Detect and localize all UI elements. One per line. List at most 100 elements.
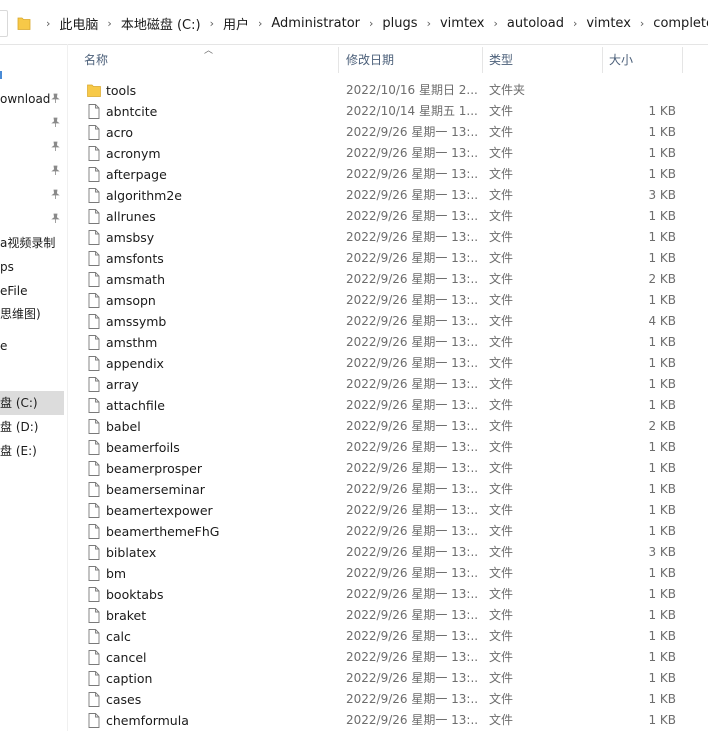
file-row[interactable]: beamertexpower 2022/9/26 星期一 13:... 文件 1 KB xyxy=(68,500,688,521)
file-name: beamerfoils xyxy=(106,440,180,455)
column-header-size[interactable]: 大小 xyxy=(609,44,633,76)
file-row[interactable]: cancel 2022/9/26 星期一 13:... 文件 1 KB xyxy=(68,647,688,668)
pin-icon[interactable] xyxy=(51,141,60,152)
file-row[interactable]: cases 2022/9/26 星期一 13:... 文件 1 KB xyxy=(68,689,688,710)
file-row[interactable]: biblatex 2022/9/26 星期一 13:... 文件 3 KB xyxy=(68,542,688,563)
file-modified-date: 2022/9/26 星期一 13:... xyxy=(346,167,478,181)
chevron-right-icon[interactable]: › xyxy=(210,17,214,30)
file-row[interactable]: afterpage 2022/9/26 星期一 13:... 文件 1 KB xyxy=(68,164,688,185)
nav-item[interactable]: 思维图) xyxy=(0,302,64,326)
nav-item[interactable]: ps xyxy=(0,255,64,279)
file-row[interactable]: babel 2022/9/26 星期一 13:... 文件 2 KB xyxy=(68,416,688,437)
file-row[interactable]: amsfonts 2022/9/26 星期一 13:... 文件 1 KB xyxy=(68,248,688,269)
file-row[interactable]: bm 2022/9/26 星期一 13:... 文件 1 KB xyxy=(68,563,688,584)
file-type: 文件 xyxy=(489,377,514,391)
file-icon xyxy=(88,692,100,707)
file-row[interactable]: chemformula 2022/9/26 星期一 13:... 文件 1 KB xyxy=(68,710,688,731)
file-row[interactable]: algorithm2e 2022/9/26 星期一 13:... 文件 3 KB xyxy=(68,185,688,206)
pin-icon[interactable] xyxy=(51,213,60,224)
file-name: beamerthemeFhG xyxy=(106,524,220,539)
file-modified-date: 2022/9/26 星期一 13:... xyxy=(346,335,478,349)
column-divider[interactable] xyxy=(682,47,683,73)
chevron-right-icon[interactable]: › xyxy=(46,17,50,30)
column-header-name[interactable]: 名称 xyxy=(84,44,108,76)
nav-item-label: e xyxy=(0,339,8,353)
file-icon xyxy=(88,545,100,560)
file-modified-date: 2022/9/26 星期一 13:... xyxy=(346,209,478,223)
column-divider[interactable] xyxy=(338,47,339,73)
file-row[interactable]: amsopn 2022/9/26 星期一 13:... 文件 1 KB xyxy=(68,290,688,311)
breadcrumb-item[interactable]: plugs xyxy=(381,16,418,31)
breadcrumb-item[interactable]: 本地磁盘 (C:) xyxy=(120,14,202,33)
chevron-right-icon[interactable]: › xyxy=(640,17,644,30)
column-header-type[interactable]: 类型 xyxy=(489,44,513,76)
nav-item[interactable] xyxy=(0,207,64,231)
breadcrumb-item[interactable]: 用户 xyxy=(222,14,250,33)
nav-item[interactable] xyxy=(0,45,64,69)
file-row[interactable]: appendix 2022/9/26 星期一 13:... 文件 1 KB xyxy=(68,353,688,374)
breadcrumb-item[interactable]: vimtex xyxy=(439,16,486,31)
file-row[interactable]: beamerfoils 2022/9/26 星期一 13:... 文件 1 KB xyxy=(68,437,688,458)
file-modified-date: 2022/9/26 星期一 13:... xyxy=(346,503,478,517)
file-row[interactable]: tools 2022/10/16 星期日 2... 文件夹 xyxy=(68,80,688,101)
file-row[interactable]: abntcite 2022/10/14 星期五 1... 文件 1 KB xyxy=(68,101,688,122)
file-row[interactable]: amssymb 2022/9/26 星期一 13:... 文件 4 KB xyxy=(68,311,688,332)
nav-item[interactable]: 盘 (E:) xyxy=(0,439,64,463)
breadcrumb-item[interactable]: vimtex xyxy=(585,16,632,31)
file-row[interactable]: braket 2022/9/26 星期一 13:... 文件 1 KB xyxy=(68,605,688,626)
pin-icon[interactable] xyxy=(51,93,60,104)
file-row[interactable]: amsbsy 2022/9/26 星期一 13:... 文件 1 KB xyxy=(68,227,688,248)
file-modified-date: 2022/9/26 星期一 13:... xyxy=(346,314,478,328)
file-name: acro xyxy=(106,125,134,140)
chevron-right-icon[interactable]: › xyxy=(494,17,498,30)
file-modified-date: 2022/9/26 星期一 13:... xyxy=(346,251,478,265)
nav-item[interactable] xyxy=(0,159,64,183)
file-row[interactable]: calc 2022/9/26 星期一 13:... 文件 1 KB xyxy=(68,626,688,647)
file-row[interactable]: acro 2022/9/26 星期一 13:... 文件 1 KB xyxy=(68,122,688,143)
column-header-date[interactable]: 修改日期 xyxy=(346,44,394,76)
file-row[interactable]: attachfile 2022/9/26 星期一 13:... 文件 1 KB xyxy=(68,395,688,416)
breadcrumb-item[interactable]: autoload xyxy=(506,16,565,31)
breadcrumb-item[interactable]: 此电脑 xyxy=(58,14,99,33)
nav-item[interactable] xyxy=(0,111,64,135)
chevron-right-icon[interactable]: › xyxy=(427,17,431,30)
file-row[interactable]: amsthm 2022/9/26 星期一 13:... 文件 1 KB xyxy=(68,332,688,353)
file-row[interactable]: booktabs 2022/9/26 星期一 13:... 文件 1 KB xyxy=(68,584,688,605)
pin-icon[interactable] xyxy=(51,189,60,200)
file-row[interactable]: beamerprosper 2022/9/26 星期一 13:... 文件 1 KB xyxy=(68,458,688,479)
nav-item[interactable]: eFile xyxy=(0,279,64,303)
nav-item[interactable] xyxy=(0,183,64,207)
file-row[interactable]: beamerseminar 2022/9/26 星期一 13:... 文件 1 KB xyxy=(68,479,688,500)
nav-item[interactable] xyxy=(0,366,64,390)
nav-item-label: 思维图) xyxy=(0,307,41,321)
nav-item[interactable]: ownload xyxy=(0,87,64,111)
file-size: 1 KB xyxy=(648,356,676,370)
chevron-right-icon[interactable]: › xyxy=(369,17,373,30)
file-list: tools 2022/10/16 星期日 2... 文件夹 abntcite 2022/… xyxy=(68,80,708,731)
address-bar[interactable]: › 此电脑 › 本地磁盘 (C:) › 用户 › Administrator › plugs › vi… xyxy=(0,0,708,45)
chevron-right-icon[interactable]: › xyxy=(107,17,111,30)
nav-item[interactable]: a视频录制 xyxy=(0,231,64,255)
nav-item[interactable] xyxy=(0,135,64,159)
breadcrumb-item[interactable]: Administrator xyxy=(270,16,361,31)
pin-icon[interactable] xyxy=(51,117,60,128)
nav-item[interactable]: 盘 (D:) xyxy=(0,415,64,439)
sort-ascending-icon: ︿ xyxy=(204,46,214,56)
file-row[interactable]: allrunes 2022/9/26 星期一 13:... 文件 1 KB xyxy=(68,206,688,227)
chevron-right-icon[interactable]: › xyxy=(258,17,262,30)
file-type: 文件 xyxy=(489,356,514,370)
file-modified-date: 2022/9/26 星期一 13:... xyxy=(346,650,478,664)
file-row[interactable]: caption 2022/9/26 星期一 13:... 文件 1 KB xyxy=(68,668,688,689)
nav-item[interactable]: 盘 (C:) xyxy=(0,391,64,415)
breadcrumb-item[interactable]: complete xyxy=(652,16,708,31)
chevron-right-icon[interactable]: › xyxy=(573,17,577,30)
file-row[interactable]: acronym 2022/9/26 星期一 13:... 文件 1 KB xyxy=(68,143,688,164)
file-row[interactable]: array 2022/9/26 星期一 13:... 文件 1 KB xyxy=(68,374,688,395)
file-row[interactable]: amsmath 2022/9/26 星期一 13:... 文件 2 KB xyxy=(68,269,688,290)
column-divider[interactable] xyxy=(602,47,603,73)
pin-icon[interactable] xyxy=(51,165,60,176)
column-divider[interactable] xyxy=(482,47,483,73)
file-row[interactable]: beamerthemeFhG 2022/9/26 星期一 13:... 文件 1 KB xyxy=(68,521,688,542)
nav-item[interactable]: e xyxy=(0,334,64,358)
file-icon xyxy=(88,629,100,644)
